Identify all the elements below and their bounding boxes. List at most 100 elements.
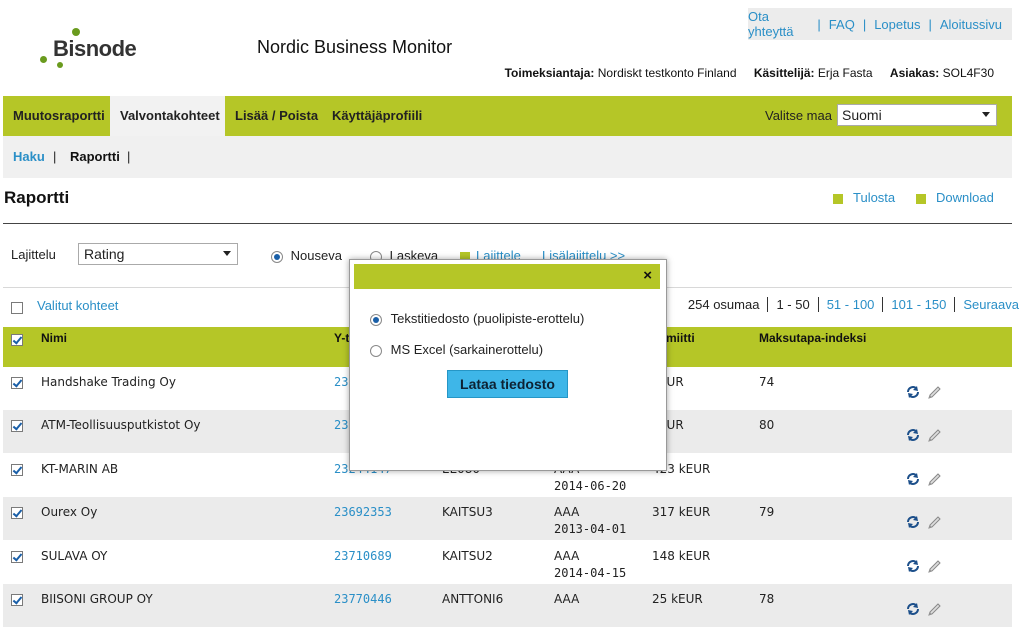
row-actions [906, 559, 946, 575]
format-option-text[interactable]: Tekstitiedosto (puolipiste-erottelu) [370, 311, 584, 326]
main-nav: Muutosraportti Valvontakohteet Lisää / P… [3, 96, 1012, 136]
print-link[interactable]: Tulosta [853, 190, 895, 205]
table-row: BIISONI GROUP OY 23770446 ANTTONI6 AAA 25 kE… [3, 584, 1012, 627]
country-select[interactable]: Suomi [837, 104, 997, 126]
header-checkbox[interactable] [11, 334, 23, 346]
print-action[interactable]: Tulosta [833, 190, 895, 205]
next-page-link[interactable]: Seuraava [955, 297, 1019, 312]
pencil-icon[interactable] [926, 428, 942, 444]
row-checkbox[interactable] [11, 464, 23, 476]
faq-link[interactable]: FAQ [829, 17, 855, 32]
top-links: Ota yhteyttä | FAQ | Lopetus | Aloitussi… [748, 8, 1012, 40]
business-id-link[interactable]: 23 [334, 418, 348, 432]
contact-link[interactable]: Ota yhteyttä [748, 9, 809, 39]
country-label: Valitse maa [765, 108, 832, 123]
company-name[interactable]: BIISONI GROUP OY [41, 592, 153, 606]
sort-label: Lajittelu [11, 247, 56, 262]
format-option-excel[interactable]: MS Excel (sarkainerottelu) [370, 342, 543, 357]
rating: AAA [554, 505, 580, 519]
subnav-haku[interactable]: Haku [13, 136, 45, 178]
tab-lisaa-poista[interactable]: Lisää / Poista [225, 96, 328, 136]
pencil-icon[interactable] [926, 385, 942, 401]
subnav-raportti[interactable]: Raportti [70, 136, 120, 178]
chevron-down-icon [223, 251, 231, 256]
format-text-radio[interactable] [370, 313, 382, 326]
download-dialog: × Tekstitiedosto (puolipiste-erottelu) M… [349, 259, 667, 471]
business-id-link[interactable]: 23 [334, 375, 348, 389]
rating: AAA [554, 549, 580, 563]
company-name[interactable]: SULAVA OY [41, 549, 107, 563]
col-name: Nimi [41, 331, 68, 345]
row-actions [906, 428, 946, 444]
payment-index: 74 [759, 375, 775, 389]
page-link[interactable]: 51 - 100 [819, 297, 884, 312]
reference: ANTTONI6 [442, 592, 504, 606]
sort-asc-option[interactable]: Nouseva [271, 248, 342, 263]
tab-valvontakohteet[interactable]: Valvontakohteet [110, 96, 225, 136]
pencil-icon[interactable] [926, 515, 942, 531]
business-id-link[interactable]: 23770446 [334, 592, 392, 606]
reference: KAITSU3 [442, 505, 493, 519]
close-icon[interactable]: × [643, 268, 652, 284]
payment-index: 79 [759, 505, 775, 519]
page-link[interactable]: 101 - 150 [883, 297, 956, 312]
business-id-link[interactable]: 23710689 [334, 549, 392, 563]
rating-date: 2014-04-15 [554, 566, 627, 580]
pencil-icon[interactable] [926, 472, 942, 488]
tab-muutosraportti[interactable]: Muutosraportti [3, 96, 115, 136]
company-name[interactable]: Handshake Trading Oy [41, 375, 176, 389]
company-name[interactable]: Ourex Oy [41, 505, 97, 519]
download-link[interactable]: Download [936, 190, 994, 205]
refresh-icon[interactable] [906, 602, 920, 616]
logo-dot [40, 56, 47, 63]
company-name[interactable]: ATM-Teollisuusputkistot Oy [41, 418, 201, 432]
page-title: Raportti [4, 188, 70, 207]
sort-asc-radio[interactable] [271, 250, 283, 263]
divider [3, 223, 1012, 224]
refresh-icon[interactable] [906, 385, 920, 399]
handler-value: Erja Fasta [817, 66, 873, 80]
row-actions [906, 515, 946, 531]
format-text-label: Tekstitiedosto (puolipiste-erottelu) [390, 311, 585, 326]
row-checkbox[interactable] [11, 507, 23, 519]
credit-limit: 317 kEUR [652, 505, 711, 519]
business-id-link[interactable]: 23692353 [334, 505, 392, 519]
sort-select[interactable]: Rating [78, 243, 238, 265]
row-actions [906, 472, 946, 488]
row-checkbox[interactable] [11, 551, 23, 563]
row-checkbox[interactable] [11, 377, 23, 389]
download-file-button[interactable]: Lataa tiedosto [447, 370, 568, 398]
download-action[interactable]: Download [916, 190, 994, 205]
pencil-icon[interactable] [926, 602, 942, 618]
sub-nav: Haku | Raportti | [3, 136, 1012, 178]
credit-limit: 25 kEUR [652, 592, 703, 606]
hit-count: 254 osumaa [680, 297, 769, 312]
selected-items-link[interactable]: Valitut kohteet [37, 298, 118, 313]
refresh-icon[interactable] [906, 515, 920, 529]
square-bullet-icon [833, 193, 843, 204]
tab-kayttajaprofiili[interactable]: Käyttäjäprofiili [322, 96, 432, 136]
hit-count-label: osumaa [713, 297, 760, 312]
client-label: Toimeksiantaja: [504, 66, 595, 80]
logout-link[interactable]: Lopetus [874, 17, 920, 32]
payment-index: 80 [759, 418, 775, 432]
country-value: Suomi [842, 107, 882, 123]
refresh-icon[interactable] [906, 559, 920, 573]
refresh-icon[interactable] [906, 428, 920, 442]
row-actions [906, 385, 946, 401]
company-name[interactable]: KT-MARIN AB [41, 462, 118, 476]
page-current: 1 - 50 [768, 297, 819, 312]
divider: | [928, 16, 932, 32]
client-value: Nordiskt testkonto Finland [597, 66, 737, 80]
refresh-icon[interactable] [906, 472, 920, 486]
select-all-checkbox[interactable] [11, 302, 23, 314]
row-actions [906, 602, 946, 618]
divider: | [817, 16, 821, 32]
row-checkbox[interactable] [11, 420, 23, 432]
home-link[interactable]: Aloitussivu [940, 17, 1002, 32]
format-excel-radio[interactable] [370, 344, 382, 357]
row-checkbox[interactable] [11, 594, 23, 606]
pencil-icon[interactable] [926, 559, 942, 575]
rating-date: 2013-04-01 [554, 522, 627, 536]
divider: | [127, 149, 131, 164]
